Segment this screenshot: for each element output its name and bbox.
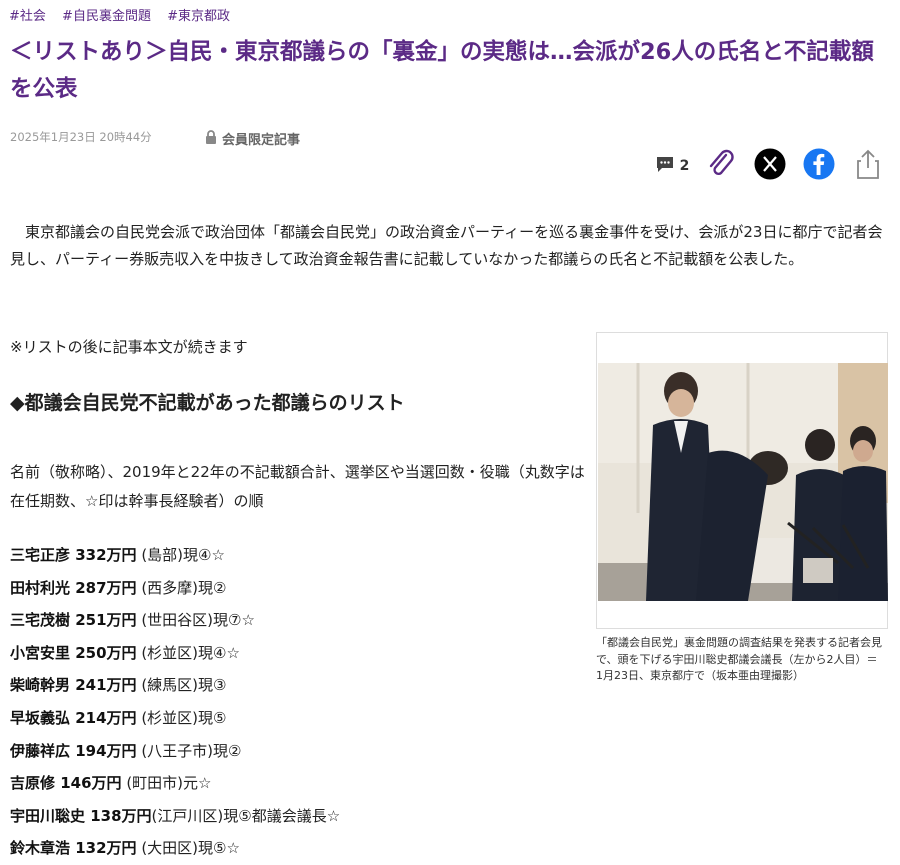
district-detail: (杉並区)現④☆ [136,643,240,662]
list-heading: ◆都議会自民党不記載があった都議らのリスト [10,392,405,414]
list-item: 三宅茂樹 251万円 (世田谷区)現⑦☆ [10,604,340,637]
name-amount: 田村利光 287万円 [10,578,137,597]
name-amount: 宇田川聡史 138万円 [10,806,152,825]
list-item: 早坂義弘 214万円 (杉並区)現⑤ [10,702,340,735]
list-order-description: 名前（敬称略）、2019年と22年の不記載額合計、選挙区や当選回数・役職（丸数字… [10,463,585,510]
name-amount: 早坂義弘 214万円 [10,708,137,727]
list-item: 小宮安里 250万円 (杉並区)現④☆ [10,637,340,670]
comment-button[interactable]: 2 [650,148,694,184]
list-item: 柴崎幹男 241万円 (練馬区)現③ [10,669,340,702]
article-title: ＜リストあり＞自民・東京都議らの「裏金」の実態は…会派が26人の氏名と不記載額を… [10,39,874,102]
comment-count: 2 [679,158,690,174]
list-item: 伊藤祥広 194万円 (八王子市)現② [10,735,340,768]
share-button[interactable] [846,148,890,184]
district-detail: (町田市)元☆ [121,774,212,793]
x-share-button[interactable] [748,148,792,184]
list-item: 宇田川聡史 138万円(江戸川区)現⑤都議会議長☆ [10,800,340,833]
list-item: 田村利光 287万円 (西多摩)現② [10,572,340,605]
district-detail: (世田谷区)現⑦☆ [136,611,255,630]
district-detail: (西多摩)現② [136,578,227,597]
share-icon [857,149,879,183]
name-amount: 柴崎幹男 241万円 [10,676,137,695]
list-item: 鈴木章浩 132万円 (大田区)現⑤☆ [10,832,340,865]
share-bar: 2 [645,148,890,184]
district-detail: (八王子市)現② [136,741,242,760]
facebook-share-button[interactable] [797,148,841,184]
list-item: 三宅正彦 332万円 (島部)現④☆ [10,539,340,572]
photo-frame[interactable] [596,332,888,629]
district-detail: (杉並区)現⑤ [136,708,227,727]
members-only-badge: 会員限定記事 [205,129,300,148]
district-detail: (江戸川区)現⑤都議会議長☆ [151,806,341,825]
name-amount: 吉原修 146万円 [10,774,122,793]
tag-link[interactable]: #社会 [9,9,46,24]
photo-caption: 「都議会自民党」裏金問題の調査結果を発表する記者会見で、頭を下げる宇田川聡史都議… [596,636,882,682]
x-logo-icon [754,148,786,184]
facebook-icon [803,148,835,184]
article-photo: 「都議会自民党」裏金問題の調査結果を発表する記者会見で、頭を下げる宇田川聡史都議… [596,332,888,685]
members-only-label: 会員限定記事 [222,133,301,148]
clip-icon [706,148,736,184]
district-detail: (島部)現④☆ [136,546,225,564]
tag-link[interactable]: #自民裏金問題 [62,9,151,24]
lead-paragraph: 東京都議会の自民党会派で政治団体「都議会自民党」の政治資金パーティーを巡る裏金事… [10,223,883,268]
lock-icon [205,129,217,148]
name-amount: 伊藤祥広 194万円 [10,741,137,760]
tag-link[interactable]: #東京都政 [167,9,230,24]
press-conference-photo [598,363,888,601]
name-amount: 三宅茂樹 251万円 [10,611,137,630]
name-amount: 三宅正彦 332万円 [10,546,137,564]
comment-icon [655,155,675,177]
clip-button[interactable] [699,148,743,184]
publish-date: 2025年1月23日 20時44分 [10,130,152,144]
politician-list: 三宅正彦 332万円 (島部)現④☆ 田村利光 287万円 (西多摩)現② 三宅… [10,539,340,865]
list-item: 吉原修 146万円 (町田市)元☆ [10,767,340,800]
district-detail: (練馬区)現③ [136,676,227,695]
name-amount: 小宮安里 250万円 [10,643,137,662]
tag-list: #社会 #自民裏金問題 #東京都政 [9,5,242,24]
list-note: ※リストの後に記事本文が続きます [10,338,248,356]
